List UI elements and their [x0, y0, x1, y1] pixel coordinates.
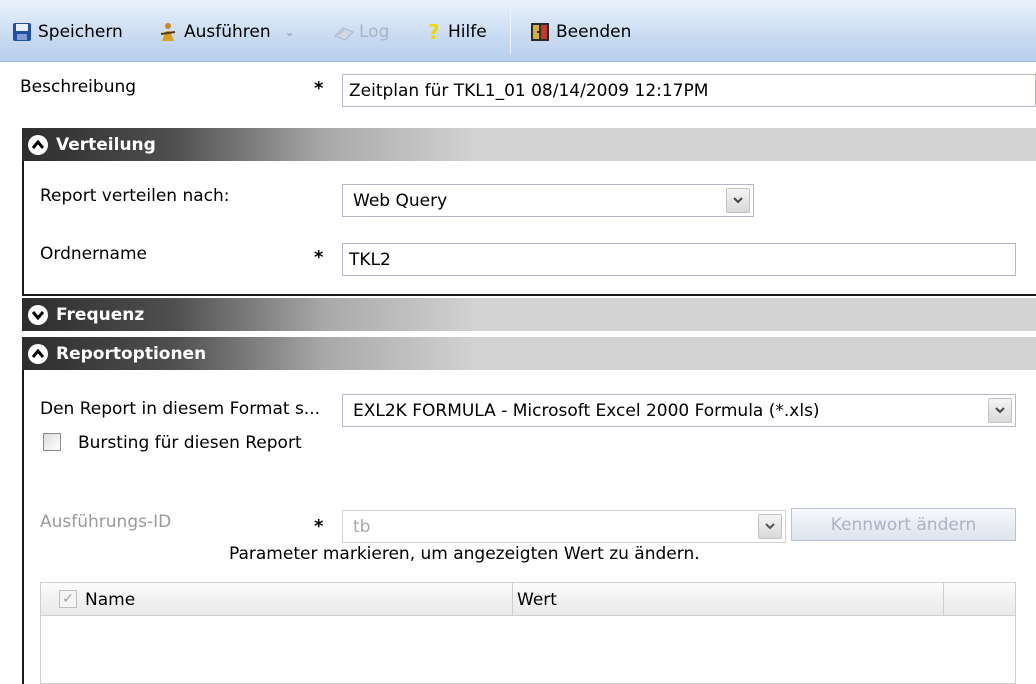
log-icon [333, 22, 354, 42]
parameters-hint: Parameter markieren, um angezeigten Wert… [229, 544, 700, 564]
toolbar-separator [510, 8, 511, 54]
section-distribution-header[interactable]: Verteilung [22, 128, 1036, 161]
execution-id-required-marker: * [314, 516, 324, 537]
run-label: Ausführen [184, 22, 271, 42]
section-report-options-header[interactable]: Reportoptionen [22, 337, 1036, 370]
description-label: Beschreibung [20, 77, 137, 97]
expand-chevron-down-icon [28, 304, 48, 325]
grid-column-value[interactable]: Wert [517, 590, 557, 610]
exit-door-icon [530, 22, 550, 42]
section-frequency-title: Frequenz [56, 304, 145, 325]
grid-column-divider [512, 583, 513, 615]
run-dropdown-icon[interactable]: ⌄ [285, 25, 295, 39]
toolbar: Speichern Ausführen ⌄ Log ? Hilfe Beende… [0, 0, 1036, 62]
run-icon [158, 22, 178, 42]
help-icon: ? [428, 20, 440, 44]
exit-button[interactable]: Beenden [530, 19, 631, 45]
collapse-chevron-up-icon [28, 134, 48, 155]
run-button[interactable]: Ausführen ⌄ [158, 19, 295, 45]
description-required-marker: * [314, 78, 324, 99]
distribute-select-value: Web Query [353, 190, 448, 211]
save-button[interactable]: Speichern [12, 19, 123, 45]
change-password-button[interactable]: Kennwort ändern [791, 508, 1016, 541]
chevron-down-icon[interactable] [758, 514, 782, 539]
bursting-checkbox[interactable] [43, 433, 61, 451]
bursting-label: Bursting für diesen Report [78, 433, 302, 453]
execution-id-value: tb [353, 516, 371, 537]
distribution-panel-border [22, 161, 24, 295]
format-label: Den Report in diesem Format s... [40, 399, 321, 419]
parameters-grid-body[interactable] [40, 616, 1016, 684]
section-distribution-title: Verteilung [56, 134, 156, 155]
chevron-down-icon[interactable] [726, 188, 750, 213]
grid-column-name[interactable]: Name [85, 590, 135, 610]
execution-id-select[interactable]: tb [342, 510, 786, 543]
report-options-panel-border [22, 370, 24, 684]
folder-name-input[interactable]: TKL2 [342, 243, 1016, 276]
section-frequency-header[interactable]: Frequenz [22, 298, 1036, 331]
save-label: Speichern [38, 22, 123, 42]
section-report-options-title: Reportoptionen [56, 343, 207, 364]
help-button[interactable]: ? Hilfe [428, 19, 487, 45]
exit-label: Beenden [556, 22, 632, 42]
grid-column-divider [943, 583, 944, 615]
chevron-down-icon[interactable] [988, 398, 1012, 423]
save-icon [12, 22, 32, 42]
format-select[interactable]: EXL2K FORMULA - Microsoft Excel 2000 For… [342, 394, 1016, 427]
log-button[interactable]: Log [333, 19, 389, 45]
folder-required-marker: * [314, 247, 324, 268]
log-label: Log [359, 22, 390, 42]
distribute-label: Report verteilen nach: [40, 186, 230, 206]
distribution-panel-bottom-border [22, 294, 1036, 296]
parameters-grid-header: ✓ Name Wert [40, 582, 1016, 616]
folder-label: Ordnername [40, 244, 147, 264]
description-input[interactable]: Zeitplan für TKL1_01 08/14/2009 12:17PM [342, 74, 1036, 107]
select-all-checkbox[interactable]: ✓ [59, 590, 77, 608]
collapse-chevron-up-icon [28, 343, 48, 364]
distribute-select[interactable]: Web Query [342, 184, 754, 217]
format-select-value: EXL2K FORMULA - Microsoft Excel 2000 For… [353, 400, 820, 421]
help-label: Hilfe [448, 22, 487, 42]
execution-id-label: Ausführungs-ID [40, 512, 172, 532]
